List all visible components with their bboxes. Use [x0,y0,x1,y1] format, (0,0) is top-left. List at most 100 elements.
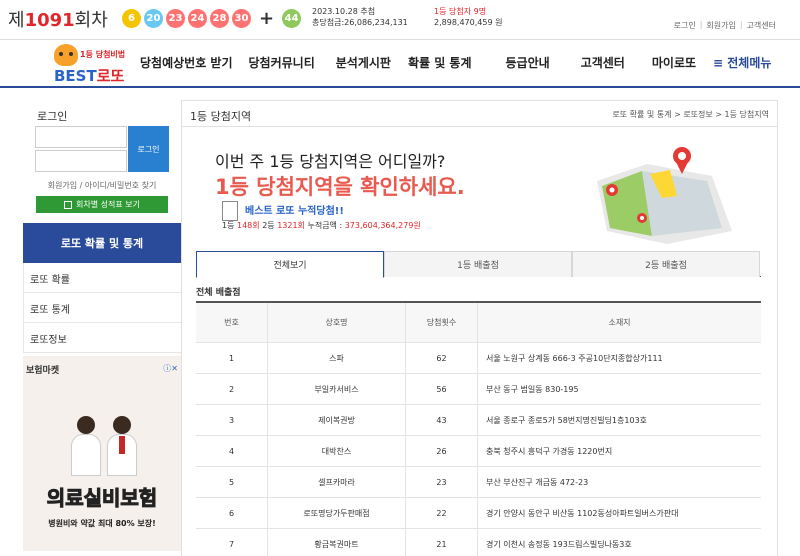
menu-prediction[interactable]: 당첨예상번호 받기 [140,54,233,71]
section-title: 전체 배출점 [196,288,241,298]
store-address: 부산 부산진구 개금동 472-23 [486,477,589,487]
win-count: 26 [406,436,478,466]
logo-tagline: 1등 당첨비법 [80,50,126,59]
table-row[interactable]: 7 황금복권마트 21 경기 이천시 송정동 193드림스빌딩나동3호 [196,529,761,556]
table-row[interactable]: 2 부일카서비스 56 부산 동구 범일동 830-195 [196,374,761,405]
table-header: 번호 상호명 당첨횟수 소재지 [196,303,761,343]
round-number: 1091 [24,10,75,31]
total-prize: 총당첨금:26,086,234,131 [312,18,408,27]
cumulative-stats: 1등 148회 2등 1321회 누적금액 : 373,604,364,279원 [222,221,421,230]
win-count: 21 [406,529,478,556]
username-input[interactable] [35,126,127,148]
logo[interactable]: 1등 당첨비법 BEST로또 [52,44,134,85]
store-name: 로또명당가두판매점 [268,498,406,528]
table-row[interactable]: 3 제이복권방 43 서울 종로구 종로5가 58번지명진빌딩1층103호 [196,405,761,436]
col-header: 상호명 [268,303,406,342]
sidebar: 로그인 로그인 회원가입 / 아이디/비밀번호 찾기 회차별 성적표 보기 로또… [23,100,181,551]
bonus-ball: 44 [282,9,302,28]
col-header: 소재지 [608,318,631,327]
menu-community[interactable]: 당첨커뮤니티 [249,54,315,71]
store-name: 셀프카마라 [268,467,406,497]
round-title: 제1091회차 [8,10,108,31]
store-name: 황금복권마트 [268,529,406,556]
number-ball: 30 [232,9,251,28]
sidebar-item-probability[interactable]: 로또 확률 [23,263,181,293]
store-address: 충북 청주시 흥덕구 가경동 1220번지 [486,446,613,456]
number-ball: 23 [166,9,185,28]
logo-brand: BEST로또 [54,67,125,85]
store-address: 서울 노원구 상계동 666-3 주공10단지종합상가111 [486,353,663,363]
store-address: 서울 종로구 종로5가 58번지명진빌딩1층103호 [486,415,648,425]
scorecard-button[interactable]: 회차별 성적표 보기 [36,196,168,213]
person-illustration [107,416,137,476]
number-ball: 28 [210,9,229,28]
banner-headline: 1등 당첨지역을 확인하세요. [215,175,465,199]
tab-all[interactable]: 전체보기 [196,251,384,278]
signup-link[interactable]: 회원가입 [706,20,735,31]
first-prize-info: 1등 당첨자 9명 2,898,470,459 원 [434,6,502,28]
win-count: 62 [406,343,478,373]
content-header: 1등 당첨지역 로또 확률 및 통계 > 로또정보 > 1등 당첨지역 [182,101,777,127]
winning-numbers: 6 20 23 24 28 30 + 44 [122,8,302,29]
menu-mylotto[interactable]: 마이로또 [652,54,696,71]
row-number: 6 [196,498,268,528]
document-icon [64,200,73,209]
map-pin-illustration [597,147,732,244]
store-name: 스파 [268,343,406,373]
number-ball: 20 [144,9,163,28]
menu-support[interactable]: 고객센터 [581,54,625,71]
first-winners: 1등 당첨자 9명 [434,7,487,16]
page-title: 1등 당첨지역 [190,110,252,123]
ad-brand: 보험마켓 [26,366,60,376]
login-title: 로그인 [37,110,68,123]
top-links: 로그인 | 회원가입 | 고객센터 [674,20,776,31]
login-link[interactable]: 로그인 [674,20,696,31]
divider: | [699,20,703,29]
table-row[interactable]: 6 로또명당가두판매점 22 경기 안양시 동안구 비산동 1102동성아파트일… [196,498,761,529]
support-link[interactable]: 고객센터 [747,20,776,31]
tab-second-prize[interactable]: 2등 배출점 [572,251,760,277]
all-menu-button[interactable]: ≡ 전체메뉴 [713,54,771,71]
menu-analysis[interactable]: 분석게시판 [336,54,391,71]
ad-info-icon[interactable]: ⓘ✕ [163,363,178,374]
row-number: 5 [196,467,268,497]
banner-question: 이번 주 1등 당첨지역은 어디일까? [215,152,446,171]
ad-banner[interactable]: 보험마켓 ⓘ✕ 의료실비보험 병원비와 약값 최대 80% 보장! [23,356,181,551]
ad-subtext: 병원비와 약값 최대 80% 보장! [48,519,156,528]
first-prize-amount: 2,898,470,459 원 [434,18,503,27]
account-links[interactable]: 회원가입 / 아이디/비밀번호 찾기 [23,180,181,192]
password-input[interactable] [35,150,127,172]
col-header: 당첨횟수 [406,303,478,342]
row-number: 1 [196,343,268,373]
login-button[interactable]: 로그인 [128,126,169,172]
win-count: 22 [406,498,478,528]
breadcrumb: 로또 확률 및 통계 > 로또정보 > 1등 당첨지역 [612,110,769,119]
ad-headline: 의료실비보험 [46,486,158,511]
store-name: 부일카서비스 [268,374,406,404]
menu: 당첨예상번호 받기 당첨커뮤니티 분석게시판 확률 및 통계 등급안내 고객센터… [140,54,696,71]
certificate-icon [222,201,238,221]
tab-first-prize[interactable]: 1등 배출점 [384,251,572,277]
col-header: 번호 [196,303,268,342]
sidebar-item-info[interactable]: 로또정보 [23,323,181,353]
tiger-icon [54,44,78,66]
sidebar-section-head: 로또 확률 및 통계 [23,223,181,263]
login-form: 로그인 [35,126,169,172]
divider: | [739,20,743,29]
promo-banner: 이번 주 1등 당첨지역은 어디일까? 1등 당첨지역을 확인하세요. 베스트 … [182,128,777,248]
top-bar: 제1091회차 6 20 23 24 28 30 + 44 2023.10.28… [0,0,800,40]
number-ball: 24 [188,9,207,28]
table-row[interactable]: 1 스파 62 서울 노원구 상계동 666-3 주공10단지종합상가111 [196,343,761,374]
table-row[interactable]: 4 대박찬스 26 충북 청주시 흥덕구 가경동 1220번지 [196,436,761,467]
plus-sign: + [259,8,275,29]
store-table: 번호 상호명 당첨횟수 소재지 1 스파 62 서울 노원구 상계동 666-3… [196,301,761,556]
menu-stats[interactable]: 확률 및 통계 [408,54,472,71]
store-address: 경기 안양시 동안구 비산동 1102동성아파트일버스가판대 [486,508,679,518]
table-row[interactable]: 5 셀프카마라 23 부산 부산진구 개금동 472-23 [196,467,761,498]
store-name: 대박찬스 [268,436,406,466]
row-number: 2 [196,374,268,404]
sidebar-item-statistics[interactable]: 로또 통계 [23,293,181,323]
menu-grade[interactable]: 등급안내 [506,54,550,71]
row-number: 3 [196,405,268,435]
win-count: 56 [406,374,478,404]
